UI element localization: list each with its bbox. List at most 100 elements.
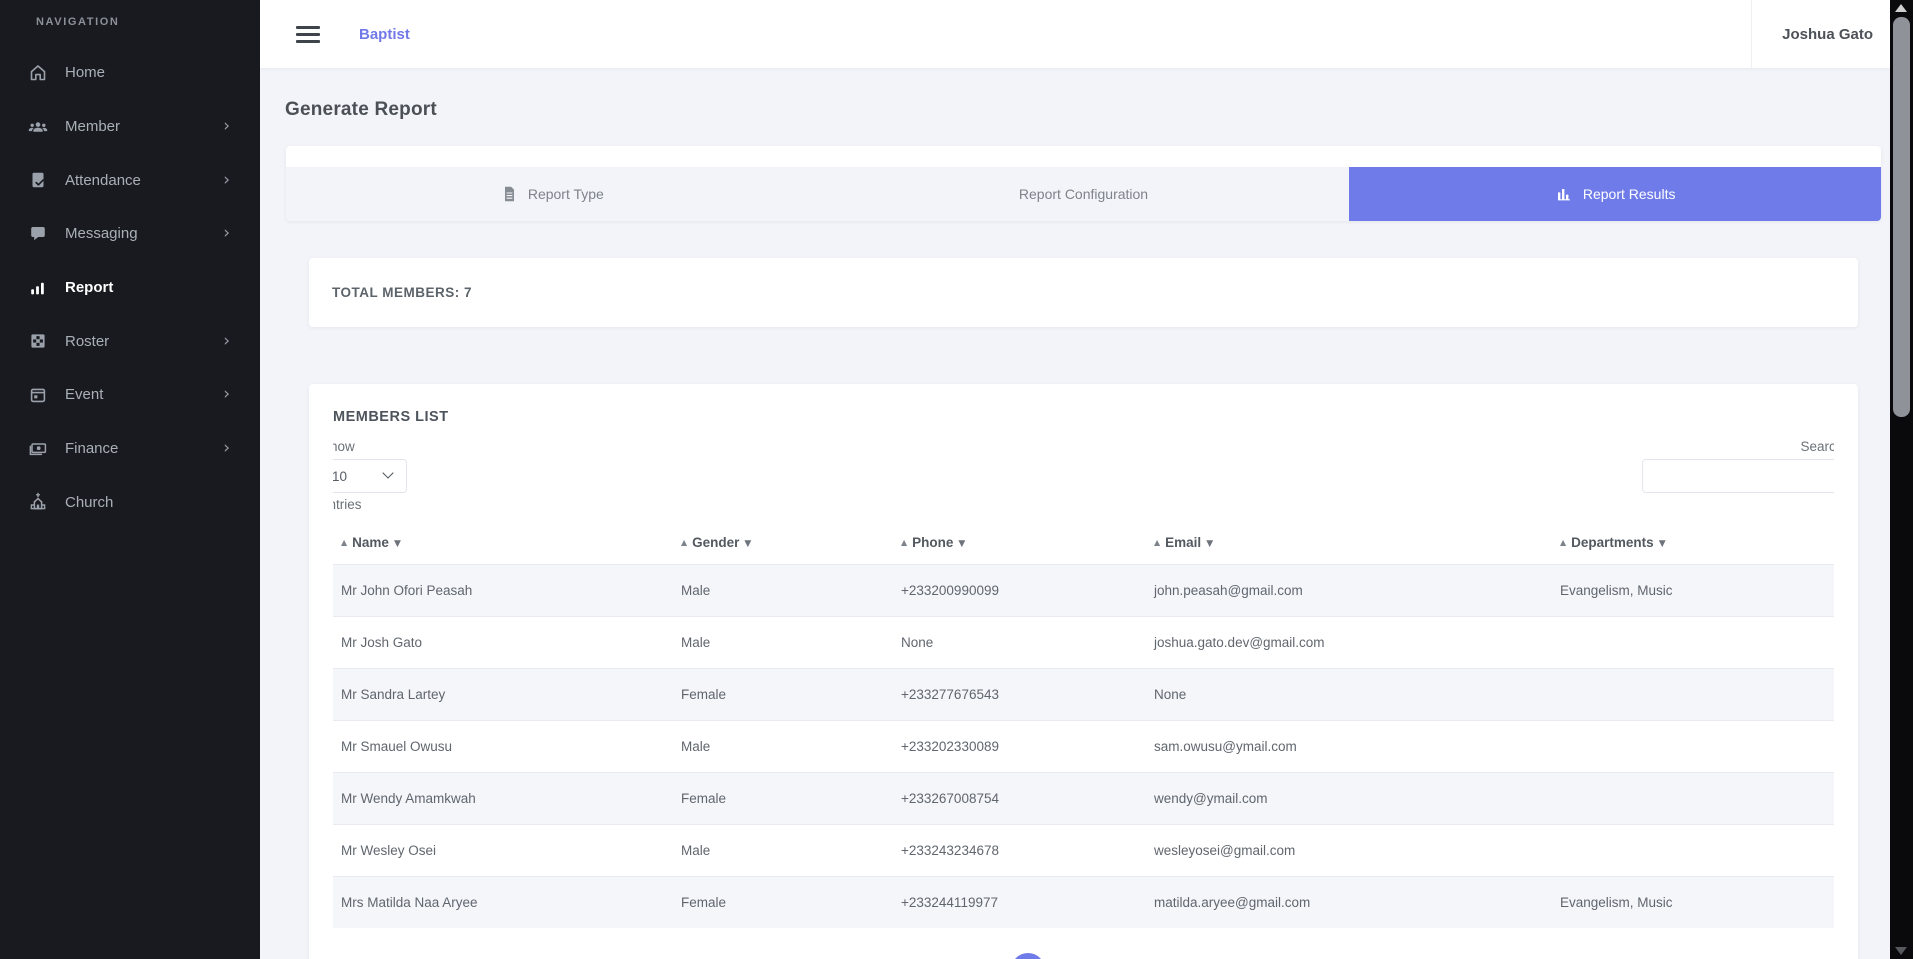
cell-email: sam.owusu@ymail.com	[1146, 721, 1552, 773]
sidebar-item-label: Home	[65, 64, 105, 81]
members-icon	[28, 117, 48, 137]
content-area: Generate Report Report Type Rep	[260, 68, 1890, 959]
cell-departments	[1552, 617, 1834, 669]
sidebar-item-church[interactable]: Church	[0, 476, 260, 530]
cell-gender: Male	[673, 825, 893, 877]
cell-phone: +233202330089	[893, 721, 1146, 773]
cell-departments	[1552, 669, 1834, 721]
chevron-right-icon: ›	[223, 172, 230, 189]
cell-gender: Male	[673, 617, 893, 669]
cell-email: joshua.gato.dev@gmail.com	[1146, 617, 1552, 669]
report-steps-tabs: Report Type Report Configuration	[286, 167, 1881, 221]
sidebar-item-messaging[interactable]: Messaging ›	[0, 207, 260, 261]
main-area: Baptist Joshua Gato Generate Report	[260, 0, 1890, 959]
cell-phone: None	[893, 617, 1146, 669]
tab-report-results[interactable]: Report Results	[1349, 167, 1881, 221]
page-length-select[interactable]: 10	[333, 459, 407, 493]
sort-asc-icon: ▲	[341, 538, 347, 547]
cell-gender: Male	[673, 721, 893, 773]
column-header-departments[interactable]: ▲Departments▼	[1552, 520, 1834, 565]
document-icon	[500, 185, 518, 203]
cell-phone: +233244119977	[893, 877, 1146, 929]
sort-asc-icon: ▲	[901, 538, 907, 547]
sort-desc-icon: ▼	[1659, 539, 1666, 549]
sidebar-item-label: Member	[65, 118, 120, 135]
scrollbar-thumb[interactable]	[1893, 17, 1910, 417]
table-zone: Show 10 entries Search:	[333, 438, 1834, 959]
table-row: Mr John Ofori Peasah Male +233200990099 …	[333, 565, 1834, 617]
search-input[interactable]	[1642, 459, 1834, 493]
show-label: Show	[333, 438, 1834, 456]
cell-name: Mr Wesley Osei	[333, 825, 673, 877]
page-title: Generate Report	[285, 99, 437, 121]
tab-report-configuration[interactable]: Report Configuration	[818, 167, 1350, 221]
sidebar: NAVIGATION Home Member ›	[0, 0, 260, 959]
hamburger-menu-icon[interactable]	[296, 22, 320, 47]
members-list-title: MEMBERS LIST	[333, 408, 1834, 426]
chevron-right-icon: ›	[223, 440, 230, 457]
cell-email: john.peasah@gmail.com	[1146, 565, 1552, 617]
sort-desc-icon: ▼	[744, 539, 751, 549]
cell-departments	[1552, 825, 1834, 877]
tab-label: Report Configuration	[1019, 186, 1148, 202]
scrollbar[interactable]	[1890, 0, 1913, 959]
cell-name: Mrs Matilda Naa Aryee	[333, 877, 673, 929]
table-row: Mr Wendy Amamkwah Female +233267008754 w…	[333, 773, 1834, 825]
page-length-control: Show 10 entries	[333, 438, 1834, 514]
topbar: Baptist Joshua Gato	[260, 0, 1890, 68]
sidebar-item-label: Messaging	[65, 225, 138, 242]
cell-phone: +233200990099	[893, 565, 1146, 617]
cell-email: wendy@ymail.com	[1146, 773, 1552, 825]
column-header-gender[interactable]: ▲Gender▼	[673, 520, 893, 565]
pagination-current-page-button[interactable]	[1011, 953, 1045, 959]
chevron-right-icon: ›	[223, 225, 230, 242]
scroll-down-arrow-icon[interactable]	[1895, 947, 1907, 955]
members-table: ▲Name▼ ▲Gender▼ ▲Phone▼ ▲Email▼ ▲Departm…	[333, 520, 1834, 928]
table-header-row: ▲Name▼ ▲Gender▼ ▲Phone▼ ▲Email▼ ▲Departm…	[333, 520, 1834, 565]
banknote-icon	[28, 439, 48, 459]
home-icon	[28, 63, 48, 83]
user-name: Joshua Gato	[1782, 26, 1873, 43]
sidebar-item-attendance[interactable]: Attendance ›	[0, 153, 260, 207]
sidebar-item-roster[interactable]: Roster ›	[0, 314, 260, 368]
search-label: Search:	[1642, 438, 1834, 456]
cell-email: wesleyosei@gmail.com	[1146, 825, 1552, 877]
sidebar-item-member[interactable]: Member ›	[0, 100, 260, 154]
sidebar-item-label: Report	[65, 279, 113, 296]
scroll-up-arrow-icon[interactable]	[1895, 4, 1907, 12]
sort-desc-icon: ▼	[394, 539, 401, 549]
column-header-phone[interactable]: ▲Phone▼	[893, 520, 1146, 565]
cell-gender: Male	[673, 565, 893, 617]
cell-name: Mr Josh Gato	[333, 617, 673, 669]
sidebar-item-label: Attendance	[65, 172, 141, 189]
sort-asc-icon: ▲	[1560, 538, 1566, 547]
cell-departments: Evangelism, Music	[1552, 565, 1834, 617]
cell-departments: Evangelism, Music	[1552, 877, 1834, 929]
user-menu[interactable]: Joshua Gato	[1751, 0, 1890, 68]
sort-desc-icon: ▼	[958, 539, 965, 549]
app-window: NAVIGATION Home Member ›	[0, 0, 1913, 959]
sidebar-item-event[interactable]: Event ›	[0, 368, 260, 422]
calendar-icon	[28, 385, 48, 405]
sidebar-item-report[interactable]: Report	[0, 261, 260, 315]
tab-report-type[interactable]: Report Type	[286, 167, 818, 221]
tab-label: Report Results	[1583, 186, 1676, 202]
column-header-email[interactable]: ▲Email▼	[1146, 520, 1552, 565]
cell-gender: Female	[673, 773, 893, 825]
cell-gender: Female	[673, 877, 893, 929]
checkerboard-icon	[28, 331, 48, 351]
column-header-name[interactable]: ▲Name▼	[333, 520, 673, 565]
chevron-right-icon: ›	[223, 333, 230, 350]
sidebar-item-finance[interactable]: Finance ›	[0, 422, 260, 476]
cell-phone: +233243234678	[893, 825, 1146, 877]
brand-link[interactable]: Baptist	[359, 26, 410, 43]
cell-departments	[1552, 721, 1834, 773]
chevron-right-icon: ›	[223, 386, 230, 403]
table-controls: Show 10 entries Search:	[333, 438, 1834, 520]
report-steps-card: Report Type Report Configuration	[286, 146, 1881, 221]
cell-name: Mr Wendy Amamkwah	[333, 773, 673, 825]
cell-phone: +233277676543	[893, 669, 1146, 721]
sidebar-item-home[interactable]: Home	[0, 46, 260, 100]
sidebar-menu: Home Member › Attendan	[0, 46, 260, 529]
cell-name: Mr John Ofori Peasah	[333, 565, 673, 617]
